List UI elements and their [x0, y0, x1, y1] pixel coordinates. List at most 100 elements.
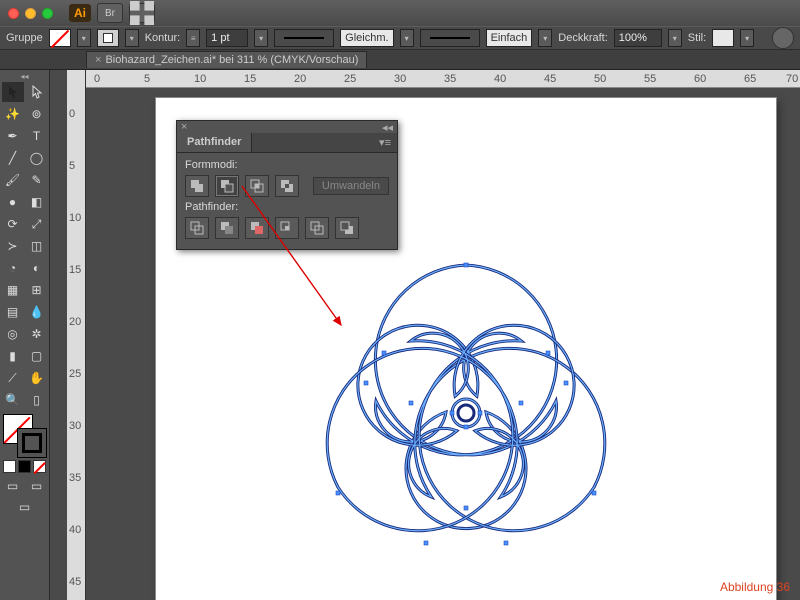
column-graph-tool[interactable]: ▮	[2, 346, 24, 366]
pathfinder-divide-button[interactable]	[185, 217, 209, 239]
hand-tool[interactable]: ✋	[26, 368, 48, 388]
pathfinder-tab[interactable]: Pathfinder	[177, 133, 252, 152]
eraser-tool[interactable]: ◧	[26, 192, 48, 212]
canvas-area[interactable]: 0 5 10 15 20 25 30 35 40 45 50 55 60 65 …	[86, 70, 800, 600]
vertical-ruler: 0 5 10 15 20 25 30 35 40 45	[67, 70, 85, 600]
eyedropper-tool[interactable]: 💧	[26, 302, 48, 322]
lasso-tool[interactable]: ⊚	[26, 104, 48, 124]
magic-wand-tool[interactable]: ✨	[2, 104, 24, 124]
pen-tool[interactable]: ✒	[2, 126, 24, 146]
blob-brush-tool[interactable]: ●	[2, 192, 24, 212]
pathfinder-panel[interactable]: × ◂◂ Pathfinder ▾≡ Formmodi: Umwandeln P…	[176, 120, 398, 250]
formmodi-label: Formmodi:	[185, 159, 389, 171]
shape-builder-tool[interactable]: ◔	[2, 258, 24, 278]
panel-menu-icon[interactable]: ▾≡	[373, 133, 397, 152]
vertical-ruler-column: 0 5 10 15 20 25 30 35 40 45	[50, 70, 86, 600]
vertical-ruler-strip	[50, 70, 68, 600]
kontur-label: Kontur:	[145, 32, 180, 44]
stroke-weight-input[interactable]	[206, 29, 248, 47]
color-mode-button[interactable]	[3, 460, 16, 473]
mesh-tool[interactable]: ⊞	[26, 280, 48, 300]
biohazard-artwork[interactable]	[286, 218, 646, 578]
pathfinder-trim-button[interactable]	[215, 217, 239, 239]
none-mode-button[interactable]	[33, 460, 46, 473]
slice-tool[interactable]: ⟋	[2, 368, 24, 388]
opacity-input[interactable]	[614, 29, 662, 47]
scale-tool[interactable]: ⤢	[26, 214, 48, 234]
umwandeln-button[interactable]: Umwandeln	[313, 177, 389, 195]
style-swatch[interactable]	[712, 29, 734, 47]
pencil-tool[interactable]: ✎	[26, 170, 48, 190]
stroke-box[interactable]	[17, 428, 47, 458]
pathfinder-minus-back-button[interactable]	[335, 217, 359, 239]
shapemode-unite-button[interactable]	[185, 175, 209, 197]
opacity-dropdown[interactable]: ▾	[668, 29, 682, 47]
stroke-weight-dropdown[interactable]: ▾	[254, 29, 268, 47]
panel-close-icon[interactable]: ×	[181, 121, 187, 133]
document-tab-bar: × Biohazard_Zeichen.ai* bei 311 % (CMYK/…	[0, 50, 800, 70]
arrange-documents-button[interactable]	[129, 3, 155, 23]
stroke-swatch[interactable]	[97, 29, 119, 47]
selection-type-label: Gruppe	[6, 32, 43, 44]
document-tab-title: Biohazard_Zeichen.ai* bei 311 % (CMYK/Vo…	[105, 54, 358, 66]
pathfinder-section-label: Pathfinder:	[185, 201, 389, 213]
direct-selection-tool[interactable]	[26, 82, 48, 102]
selection-tool[interactable]	[2, 82, 24, 102]
horizontal-ruler: 0 5 10 15 20 25 30 35 40 45 50 55 60 65 …	[86, 70, 800, 88]
fill-dropdown[interactable]: ▾	[77, 29, 91, 47]
print-tiling-tool[interactable]: ▯	[26, 390, 48, 410]
control-bar: Gruppe ▾ ▾ Kontur: ≡ ▾ Gleichm. ▾ Einfac…	[0, 26, 800, 50]
panel-collapse-icon[interactable]: ◂◂	[382, 121, 393, 134]
stroke-profile-dropdown[interactable]: ▾	[538, 29, 552, 47]
ellipse-tool[interactable]: ◯	[26, 148, 48, 168]
gradient-mode-button[interactable]	[18, 460, 31, 473]
shapemode-exclude-button[interactable]	[275, 175, 299, 197]
gradient-tool[interactable]: ▤	[2, 302, 24, 322]
pathfinder-outline-button[interactable]	[305, 217, 329, 239]
perspective-grid-tool[interactable]: ▦	[2, 280, 24, 300]
window-close-button[interactable]	[8, 8, 19, 19]
bridge-button[interactable]: Br	[97, 3, 123, 23]
panel-menu-button[interactable]	[772, 27, 794, 49]
document-tab[interactable]: × Biohazard_Zeichen.ai* bei 311 % (CMYK/…	[86, 51, 367, 68]
deckkraft-label: Deckkraft:	[558, 32, 608, 44]
stroke-dash-dropdown[interactable]: ▾	[400, 29, 414, 47]
blend-tool[interactable]: ◎	[2, 324, 24, 344]
pathfinder-merge-button[interactable]	[245, 217, 269, 239]
stroke-dash-value[interactable]: Gleichm.	[340, 29, 393, 47]
figure-caption: Abbildung 36	[720, 580, 790, 594]
close-tab-icon[interactable]: ×	[95, 54, 101, 66]
pathfinder-crop-button[interactable]	[275, 217, 299, 239]
stroke-dropdown[interactable]: ▾	[125, 29, 139, 47]
shapemode-intersect-button[interactable]	[245, 175, 269, 197]
paintbrush-tool[interactable]: 🖌	[2, 170, 24, 190]
width-tool[interactable]: ≻	[2, 236, 24, 256]
fill-swatch[interactable]	[49, 29, 71, 47]
grid-icon	[130, 1, 154, 25]
app-badge: Ai	[69, 4, 91, 22]
rotate-tool[interactable]: ⟳	[2, 214, 24, 234]
zoom-tool[interactable]: 🔍	[2, 390, 24, 410]
line-tool[interactable]: ╱	[2, 148, 24, 168]
fill-stroke-control[interactable]	[3, 414, 47, 458]
shapemode-minus-front-button[interactable]	[215, 175, 239, 197]
stil-label: Stil:	[688, 32, 706, 44]
symbol-sprayer-tool[interactable]: ✲	[26, 324, 48, 344]
toolbox: ◂◂ ✨ ⊚ ✒ T ╱ ◯ 🖌 ✎ ● ◧ ⟳ ⤢ ≻ ◫ ◔ ◐ ▦ ⊞ ▤…	[0, 70, 50, 600]
stroke-profile-value[interactable]: Einfach	[486, 29, 533, 47]
free-transform-tool[interactable]: ◫	[26, 236, 48, 256]
macos-titlebar: Ai Br	[0, 0, 800, 26]
stroke-profile-sample[interactable]	[420, 29, 480, 47]
stroke-weight-stepper[interactable]: ≡	[186, 29, 200, 47]
window-zoom-button[interactable]	[42, 8, 53, 19]
live-paint-tool[interactable]: ◐	[26, 258, 48, 278]
stroke-dash-sample[interactable]	[274, 29, 334, 47]
draw-normal-button[interactable]: ▭	[2, 477, 24, 495]
artboard-tool[interactable]: ▢	[26, 346, 48, 366]
draw-behind-button[interactable]: ▭	[26, 477, 48, 495]
screen-mode-button[interactable]: ▭	[3, 498, 47, 516]
style-dropdown[interactable]: ▾	[740, 29, 754, 47]
type-tool[interactable]: T	[26, 126, 48, 146]
toolbox-collapse-icon[interactable]: ◂◂	[0, 72, 49, 82]
window-minimize-button[interactable]	[25, 8, 36, 19]
